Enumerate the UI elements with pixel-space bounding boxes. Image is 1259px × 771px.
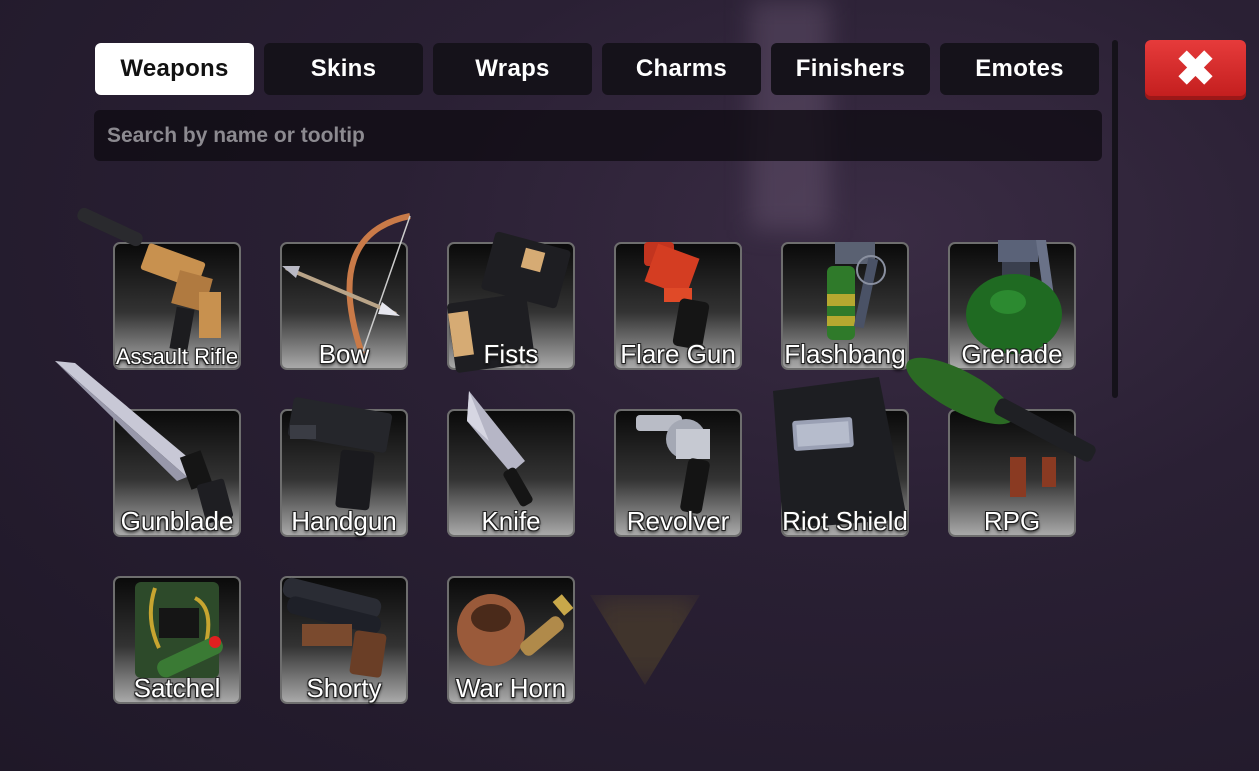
weapon-card-rpg[interactable]: RPG [906,357,1096,537]
tab-skins[interactable]: Skins [264,43,423,95]
weapon-card-knife[interactable]: Knife [447,391,575,537]
weapon-card-gunblade[interactable]: Gunblade [55,361,241,537]
tab-wraps[interactable]: Wraps [433,43,592,95]
background-glow [590,595,700,685]
weapon-card-grenade[interactable]: Grenade [948,240,1076,370]
weapon-card-war-horn[interactable]: War Horn [447,576,575,704]
weapon-label: Fists [483,339,539,369]
weapon-label: Gunblade [120,506,234,536]
weapon-card-riot-shield[interactable]: Riot Shield [773,377,909,537]
close-icon: ✖ [1175,43,1216,96]
tab-charms[interactable]: Charms [602,43,761,95]
weapon-card-bow[interactable]: Bow [280,213,411,370]
tab-emotes[interactable]: Emotes [940,43,1099,95]
tab-weapons[interactable]: Weapons [95,43,254,95]
search-input[interactable] [94,110,1102,161]
weapon-label: Satchel [133,673,221,703]
close-button[interactable]: ✖ [1145,40,1246,100]
tab-finishers[interactable]: Finishers [771,43,930,95]
weapon-card-handgun[interactable]: Handgun [280,397,408,537]
weapon-label: Assault Rifle [115,344,239,369]
weapon-card-flare-gun[interactable]: Flare Gun [614,242,742,370]
weapon-card-flashbang[interactable]: Flashbang [781,242,909,370]
weapon-label: Bow [318,339,370,369]
weapon-label: Revolver [626,506,730,536]
weapon-label: Riot Shield [782,506,908,536]
weapon-card-revolver[interactable]: Revolver [614,409,742,537]
weapon-label: Shorty [306,673,382,703]
weapon-card-satchel[interactable]: Satchel [113,576,241,704]
weapon-card-assault-rifle[interactable]: Assault Rifle [77,207,241,370]
weapon-label: RPG [983,506,1041,536]
weapon-label: Grenade [961,339,1063,369]
weapon-card-fists[interactable]: Fists [447,231,575,373]
weapon-label: Knife [481,506,541,536]
weapon-card-shorty[interactable]: Shorty [280,576,408,704]
weapon-label: War Horn [455,673,567,703]
category-tabs: Weapons Skins Wraps Charms Finishers Emo… [95,43,1099,95]
weapon-label: Handgun [291,506,397,536]
weapon-label: Flashbang [784,339,906,369]
weapon-label: Flare Gun [620,339,736,369]
scrollbar[interactable] [1112,40,1118,398]
